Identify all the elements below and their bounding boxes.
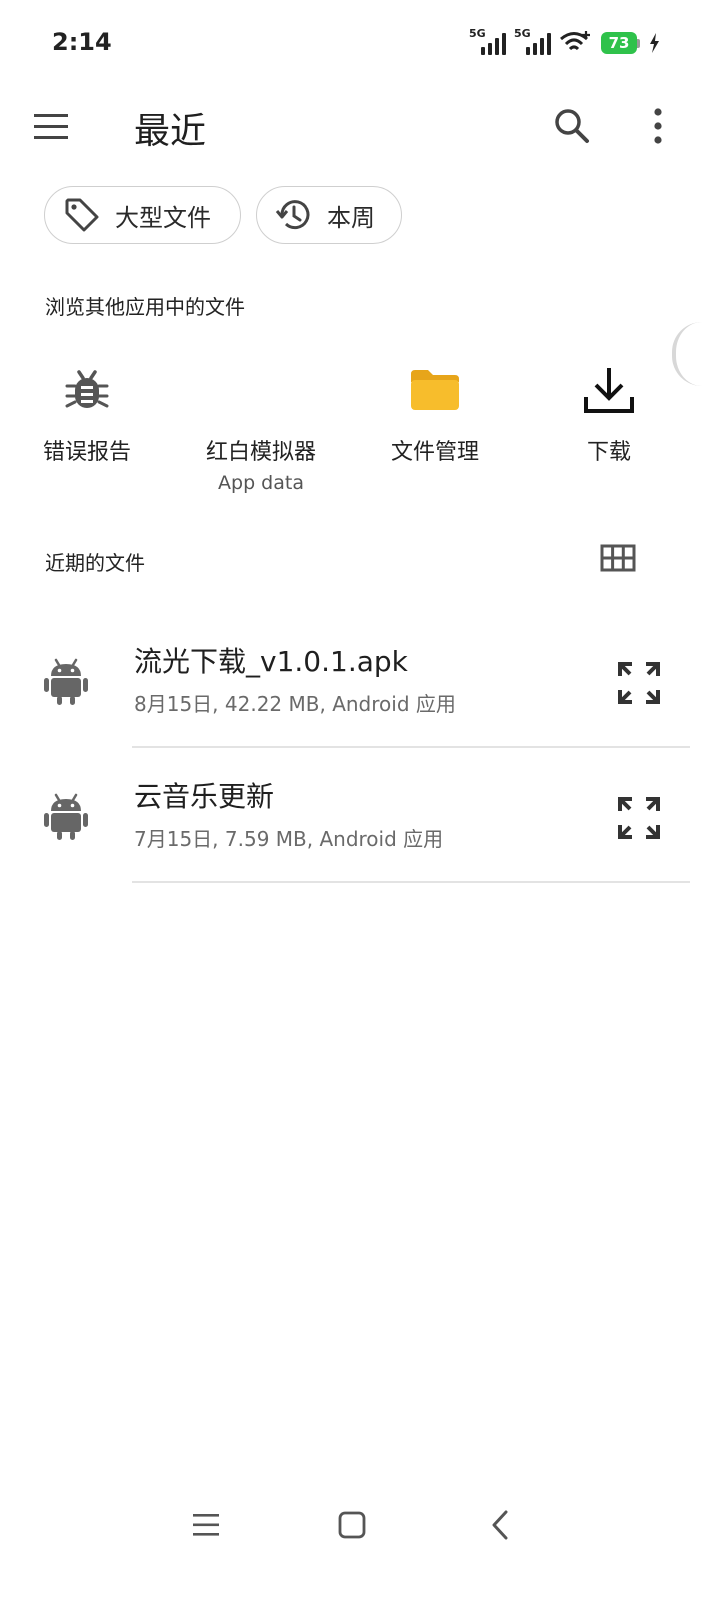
battery-indicator: 73 <box>601 32 640 54</box>
chip-this-week[interactable]: 本周 <box>256 186 402 244</box>
app-shortcut-bug-report[interactable]: 错误报告 <box>2 360 172 466</box>
status-icons: 5G 5G 73 <box>469 27 660 56</box>
recent-section-label: 近期的文件 <box>45 551 145 575</box>
nav-home-button[interactable] <box>322 1500 382 1550</box>
chip-large-files-label: 大型文件 <box>115 203 211 232</box>
tag-icon <box>65 198 99 232</box>
app-shortcut-downloads[interactable]: 下载 <box>524 360 694 466</box>
android-icon <box>44 793 88 840</box>
row-divider <box>132 746 690 748</box>
expand-icon[interactable] <box>614 793 664 843</box>
folder-icon <box>411 370 459 410</box>
menu-icon[interactable] <box>34 112 70 142</box>
app-shortcut-name: 下载 <box>586 440 631 465</box>
app-shortcut-nes-emulator[interactable]: 红白模拟器 App data <box>176 360 346 494</box>
file-name: 云音乐更新 <box>134 780 275 813</box>
signal-2-icon: 5G <box>514 27 551 55</box>
page-title: 最近 <box>134 111 207 152</box>
expand-icon[interactable] <box>614 658 664 708</box>
file-name: 流光下载_v1.0.1.apk <box>134 645 408 678</box>
network-type-1: 5G <box>469 27 486 40</box>
bug-icon <box>65 370 109 408</box>
nav-back-button[interactable] <box>470 1500 530 1550</box>
file-meta: 7月15日, 7.59 MB, Android 应用 <box>134 827 444 851</box>
grid-view-icon[interactable] <box>600 543 636 573</box>
app-shortcut-name: 红白模拟器 <box>205 440 316 465</box>
chip-large-files[interactable]: 大型文件 <box>44 186 241 244</box>
app-shortcut-sub: App data <box>218 472 304 494</box>
recents-menu-icon <box>193 1514 219 1536</box>
download-icon <box>584 368 634 413</box>
status-time: 2:14 <box>52 28 112 56</box>
app-shortcut-name: 文件管理 <box>390 440 479 465</box>
android-icon <box>44 658 88 705</box>
wifi-icon <box>560 31 590 51</box>
back-icon <box>492 1510 508 1540</box>
file-row[interactable]: 云音乐更新 7月15日, 7.59 MB, Android 应用 <box>0 749 720 883</box>
row-divider <box>132 881 690 883</box>
file-meta: 8月15日, 42.22 MB, Android 应用 <box>134 692 456 716</box>
file-row[interactable]: 流光下载_v1.0.1.apk 8月15日, 42.22 MB, Android… <box>0 614 720 748</box>
app-shortcut-name: 错误报告 <box>42 440 131 465</box>
more-vert-icon[interactable] <box>640 106 676 146</box>
signal-1-icon: 5G <box>469 27 506 55</box>
home-icon <box>338 1511 366 1539</box>
search-icon[interactable] <box>552 106 592 146</box>
history-icon <box>275 200 310 230</box>
battery-level: 73 <box>601 32 637 54</box>
chip-this-week-label: 本周 <box>327 203 375 232</box>
browse-section-label: 浏览其他应用中的文件 <box>45 295 245 319</box>
network-type-2: 5G <box>514 27 531 40</box>
nav-recents-button[interactable] <box>176 1500 236 1550</box>
charging-icon <box>650 33 659 53</box>
app-shortcut-file-manager[interactable]: 文件管理 <box>350 360 520 466</box>
